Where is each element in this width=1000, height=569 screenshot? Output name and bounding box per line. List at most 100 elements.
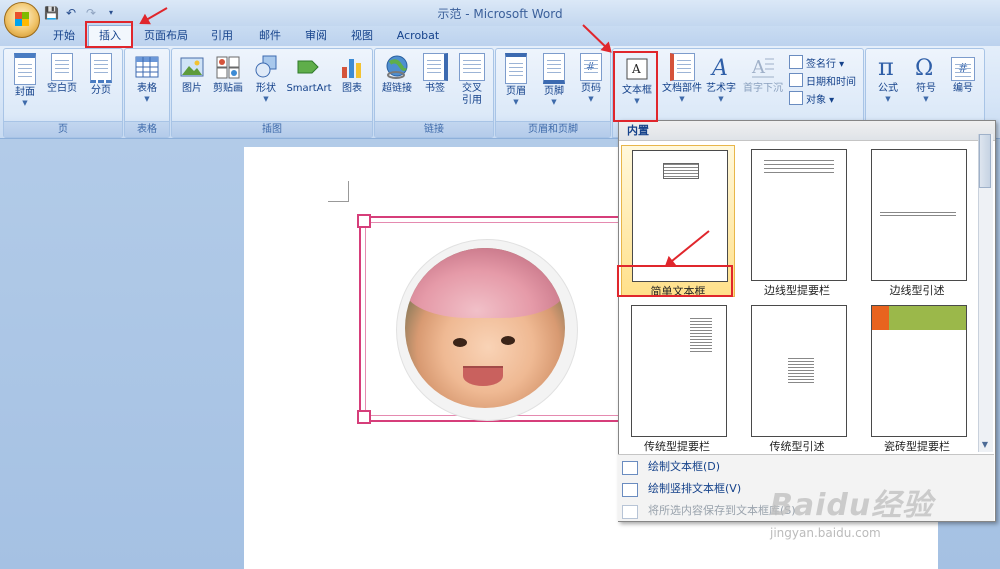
window-title: 示范 - Microsoft Word [437,7,563,21]
shapes-icon [255,55,277,78]
gallery-item-classic-sidebar[interactable]: 传统型提要栏 [621,301,733,453]
gallery-thumb-paper [871,149,967,281]
gallery-thumb-paper [631,305,727,437]
cross-reference-button[interactable]: 交叉 引用 [455,53,489,107]
tab-view[interactable]: 视图 [342,26,382,46]
footer-button[interactable]: 页脚 ▼ [536,53,572,106]
gallery-item-sideline-quote[interactable]: 边线型引述 [861,145,973,297]
gallery-item-label: 边线型引述 [889,284,945,297]
tab-acrobat[interactable]: Acrobat [390,26,446,46]
tab-references[interactable]: 引用 [202,26,242,46]
object-button[interactable]: 对象 ▾ [789,91,834,107]
group-links: 超链接 书签 交叉 引用 链接 [374,48,494,138]
gallery-item-tiles-sidebar[interactable]: 瓷砖型提要栏 [861,301,973,453]
gallery-item-label: 传统型提要栏 [644,440,710,453]
tab-mailings[interactable]: 邮件 [250,26,290,46]
bookmark-icon [422,53,448,81]
drop-cap-button[interactable]: A 首字下沉 [739,53,787,95]
signature-line-button[interactable]: 签名行 ▾ [789,55,844,71]
table-button[interactable]: 表格 ▼ [129,53,165,103]
quick-parts-icon [669,53,695,81]
chevron-down-icon: ▼ [551,98,557,106]
customize-qat-icon[interactable]: ▾ [104,6,118,20]
gallery-thumb-paper [871,305,967,437]
svg-text:π: π [878,53,894,81]
photo-eye [453,338,467,347]
header-button[interactable]: 页眉 ▼ [498,53,534,106]
tab-home[interactable]: 开始 [44,26,84,46]
clipart-button[interactable]: 剪贴画 [208,53,248,95]
page-break-icon [90,53,112,83]
gallery-scrollbar-thumb[interactable] [979,134,991,188]
omega-icon: Ω [915,56,933,81]
office-button[interactable] [4,2,40,38]
gallery-item-classic-quote[interactable]: 传统型引述 [741,301,853,453]
draw-textbox-menu-item[interactable]: 绘制文本框(D) [648,457,720,477]
gallery-item-label: 传统型引述 [769,440,825,453]
svg-text:A: A [710,56,728,81]
group-label-pages: 页 [4,121,122,137]
scroll-down-icon[interactable]: ▼ [978,438,992,452]
pi-icon: π [878,53,894,81]
group-label-illustrations: 插图 [172,121,372,137]
draw-vertical-textbox-menu-item[interactable]: 绘制竖排文本框(V) [648,479,741,499]
equation-button[interactable]: π 公式 ▼ [870,53,906,103]
chart-icon [342,59,361,78]
svg-text:A: A [751,57,766,78]
group-illustrations: 图片 剪贴画 形状 ▼ SmartArt 图表 插图 [171,48,373,138]
table-icon [135,56,159,78]
chevron-down-icon: ▼ [513,98,519,106]
wordart-button[interactable]: A 艺术字 ▼ [701,53,741,103]
page-break-button[interactable]: 分页 [84,53,118,97]
redo-icon[interactable]: ↷ [84,6,98,20]
page-number-button[interactable]: # 页码 ▼ [574,53,608,103]
office-logo-icon [15,12,29,26]
highlight-simple-textbox [617,265,733,297]
photo-hat [405,248,565,318]
shapes-button[interactable]: 形状 ▼ [250,53,282,103]
smartart-icon [297,60,319,74]
hyperlink-button[interactable]: 超链接 [377,53,417,95]
group-header-footer: 页眉 ▼ 页脚 ▼ # 页码 ▼ 页眉和页脚 [495,48,611,138]
symbol-button[interactable]: Ω 符号 ▼ [908,53,944,103]
group-pages: 封面 ▼ 空白页 分页 页 [3,48,123,138]
number-button[interactable]: # 编号 [946,53,980,95]
tab-layout[interactable]: 页面布局 [138,26,194,46]
number-icon: # [951,57,975,81]
gallery-item-label: 瓷砖型提要栏 [884,440,950,453]
smartart-button[interactable]: SmartArt [284,53,334,95]
wordart-icon: A [710,56,728,81]
quick-parts-button[interactable]: 文档部件 ▼ [659,53,705,103]
undo-icon[interactable]: ↶ [64,6,78,20]
highlight-insert-tab [85,21,133,48]
save-icon[interactable]: 💾 [44,6,59,20]
header-icon [505,53,527,84]
gallery-item-sideline-sidebar[interactable]: 边线型提要栏 [741,145,853,297]
chart-button[interactable]: 图表 [336,53,368,95]
watermark-url: jingyan.baidu.com [770,526,881,540]
chevron-down-icon: ▼ [885,95,891,103]
baidu-watermark: Baidu经验 jingyan.baidu.com [770,480,1000,569]
date-time-button[interactable]: 日期和时间 [789,73,856,89]
globe-link-icon [386,55,408,79]
margin-corner-mark [328,181,349,202]
picture-icon [180,57,204,77]
group-label-links: 链接 [375,121,493,137]
draw-vertical-textbox-icon [622,483,638,497]
cover-page-button[interactable]: 封面 ▼ [8,53,42,107]
signature-icon [789,55,803,69]
gallery-item-label: 边线型提要栏 [764,284,830,297]
watermark-text: Baidu经验 [770,488,934,523]
calendar-icon [789,73,803,87]
chevron-down-icon: ▼ [923,95,929,103]
cross-reference-icon [459,53,485,81]
page-number-icon: # [580,53,602,81]
object-icon [789,91,803,105]
blank-page-button[interactable]: 空白页 [44,53,80,95]
gallery-thumb-paper [751,149,847,281]
picture-button[interactable]: 图片 [176,53,208,95]
baby-photo[interactable] [405,248,565,408]
tab-review[interactable]: 审阅 [296,26,336,46]
photo-eye [501,336,515,345]
bookmark-button[interactable]: 书签 [419,53,451,95]
